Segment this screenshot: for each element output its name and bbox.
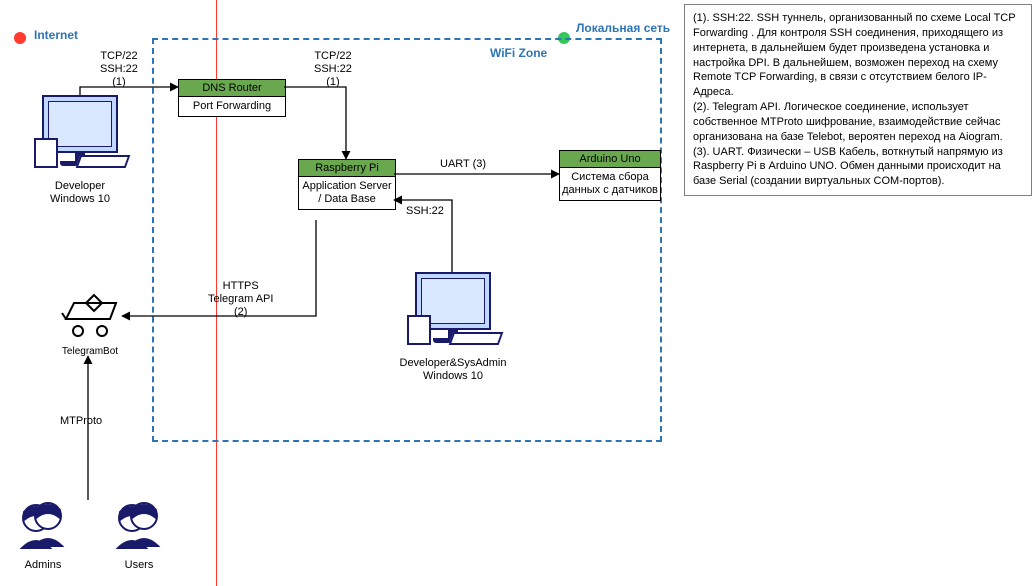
wifi-zone-label: WiFi Zone <box>490 46 547 60</box>
diagram-canvas: { "zones": { "internet": "Internet", "lo… <box>0 0 1036 586</box>
developer-pc-local: Developer&SysAdmin Windows 10 <box>388 272 518 383</box>
dns-router-title: DNS Router <box>179 80 285 97</box>
arduino-node: Arduino Uno Система сбора данных с датчи… <box>559 150 661 201</box>
admins-label: Admins <box>8 559 78 571</box>
users-icon: Users <box>104 500 174 571</box>
edge-users-bot-label: MTProto <box>60 415 102 428</box>
internet-label: Internet <box>34 28 78 42</box>
admins-icon: Admins <box>8 500 78 571</box>
legend-item-2: (2). Telegram API. Логическое соединение… <box>693 100 1023 145</box>
dns-router-node: DNS Router Port Forwarding <box>178 79 286 117</box>
telegram-bot-label: TelegramBot <box>55 346 125 357</box>
users-label: Users <box>104 559 174 571</box>
raspberry-node: Raspberry Pi Application Server / Data B… <box>298 159 396 210</box>
edge-rasp-bot-label: HTTPS Telegram API (2) <box>208 280 273 320</box>
arduino-title: Arduino Uno <box>560 151 660 168</box>
edge-router-rasp-label: TCP/22 SSH:22 (1) <box>314 50 352 90</box>
arduino-body: Система сбора данных с датчиков <box>560 168 660 200</box>
legend-panel: (1). SSH:22. SSH туннель, организованный… <box>684 4 1032 196</box>
raspberry-title: Raspberry Pi <box>299 160 395 177</box>
legend-item-3: (3). UART. Физически – USB Кабель, воткн… <box>693 145 1023 190</box>
edge-dev-router-label: TCP/22 SSH:22 (1) <box>100 50 138 90</box>
developer-pc-internet-label: Developer Windows 10 <box>38 180 122 206</box>
internet-dot <box>14 32 26 44</box>
developer-pc-internet: Developer Windows 10 <box>38 95 122 206</box>
local-net-label: Локальная сеть <box>576 22 670 35</box>
developer-pc-local-label: Developer&SysAdmin Windows 10 <box>388 357 518 383</box>
edge-devlocal-rasp-label: SSH:22 <box>406 205 444 218</box>
edge-rasp-arduino-label: UART (3) <box>440 158 486 171</box>
raspberry-body: Application Server / Data Base <box>299 177 395 209</box>
dns-router-body: Port Forwarding <box>179 97 285 116</box>
legend-item-1: (1). SSH:22. SSH туннель, организованный… <box>693 11 1023 100</box>
telegram-bot: TelegramBot <box>55 293 125 357</box>
